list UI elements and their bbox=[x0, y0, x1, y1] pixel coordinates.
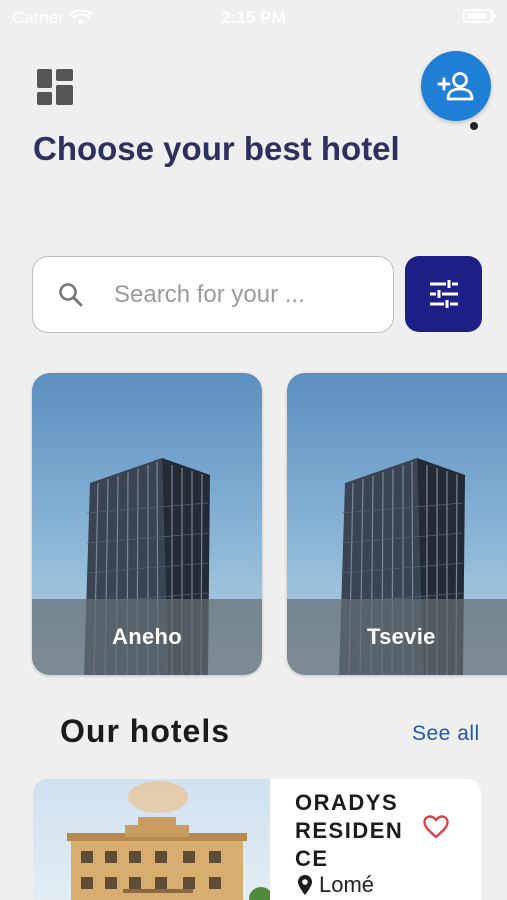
search-bar[interactable] bbox=[32, 256, 394, 333]
city-card-caption: Tsevie bbox=[287, 599, 507, 675]
page-title: Choose your best hotel bbox=[33, 130, 400, 167]
hotel-image bbox=[33, 779, 273, 900]
city-card-aneho[interactable]: Aneho bbox=[32, 373, 262, 675]
battery-icon bbox=[463, 9, 496, 23]
person-add-icon bbox=[437, 72, 474, 101]
search-icon bbox=[59, 282, 83, 306]
section-title-hotels: Our hotels bbox=[60, 713, 231, 749]
city-name: Tsevie bbox=[367, 624, 436, 649]
hotel-building-image bbox=[67, 781, 273, 900]
profile-indicator-dot bbox=[470, 122, 478, 130]
city-card-tsevie[interactable]: Tsevie bbox=[287, 373, 507, 675]
city-name: Aneho bbox=[112, 624, 182, 649]
status-time: 2:15 PM bbox=[221, 8, 286, 27]
location-pin-icon bbox=[298, 875, 312, 895]
status-bar: Carrier 2:15 PM bbox=[0, 0, 507, 34]
hotel-location: Lomé bbox=[297, 872, 374, 898]
see-all-link[interactable]: See all bbox=[412, 722, 480, 746]
tune-icon bbox=[429, 280, 458, 308]
hotel-location-label: Lomé bbox=[319, 872, 375, 897]
dashboard-icon[interactable] bbox=[37, 69, 73, 105]
add-user-button[interactable] bbox=[421, 51, 491, 121]
heart-outline-icon[interactable] bbox=[423, 815, 449, 839]
hotel-name: ORADYS RESIDENCE bbox=[295, 790, 404, 871]
app-screen: Carrier 2:15 PM Choose your best hotel S… bbox=[0, 0, 507, 900]
search-input[interactable] bbox=[114, 280, 374, 309]
filter-button[interactable] bbox=[405, 256, 482, 332]
city-card-caption: Aneho bbox=[32, 599, 262, 675]
hotel-card[interactable]: ORADYS RESIDENCE Lomé bbox=[33, 779, 481, 900]
